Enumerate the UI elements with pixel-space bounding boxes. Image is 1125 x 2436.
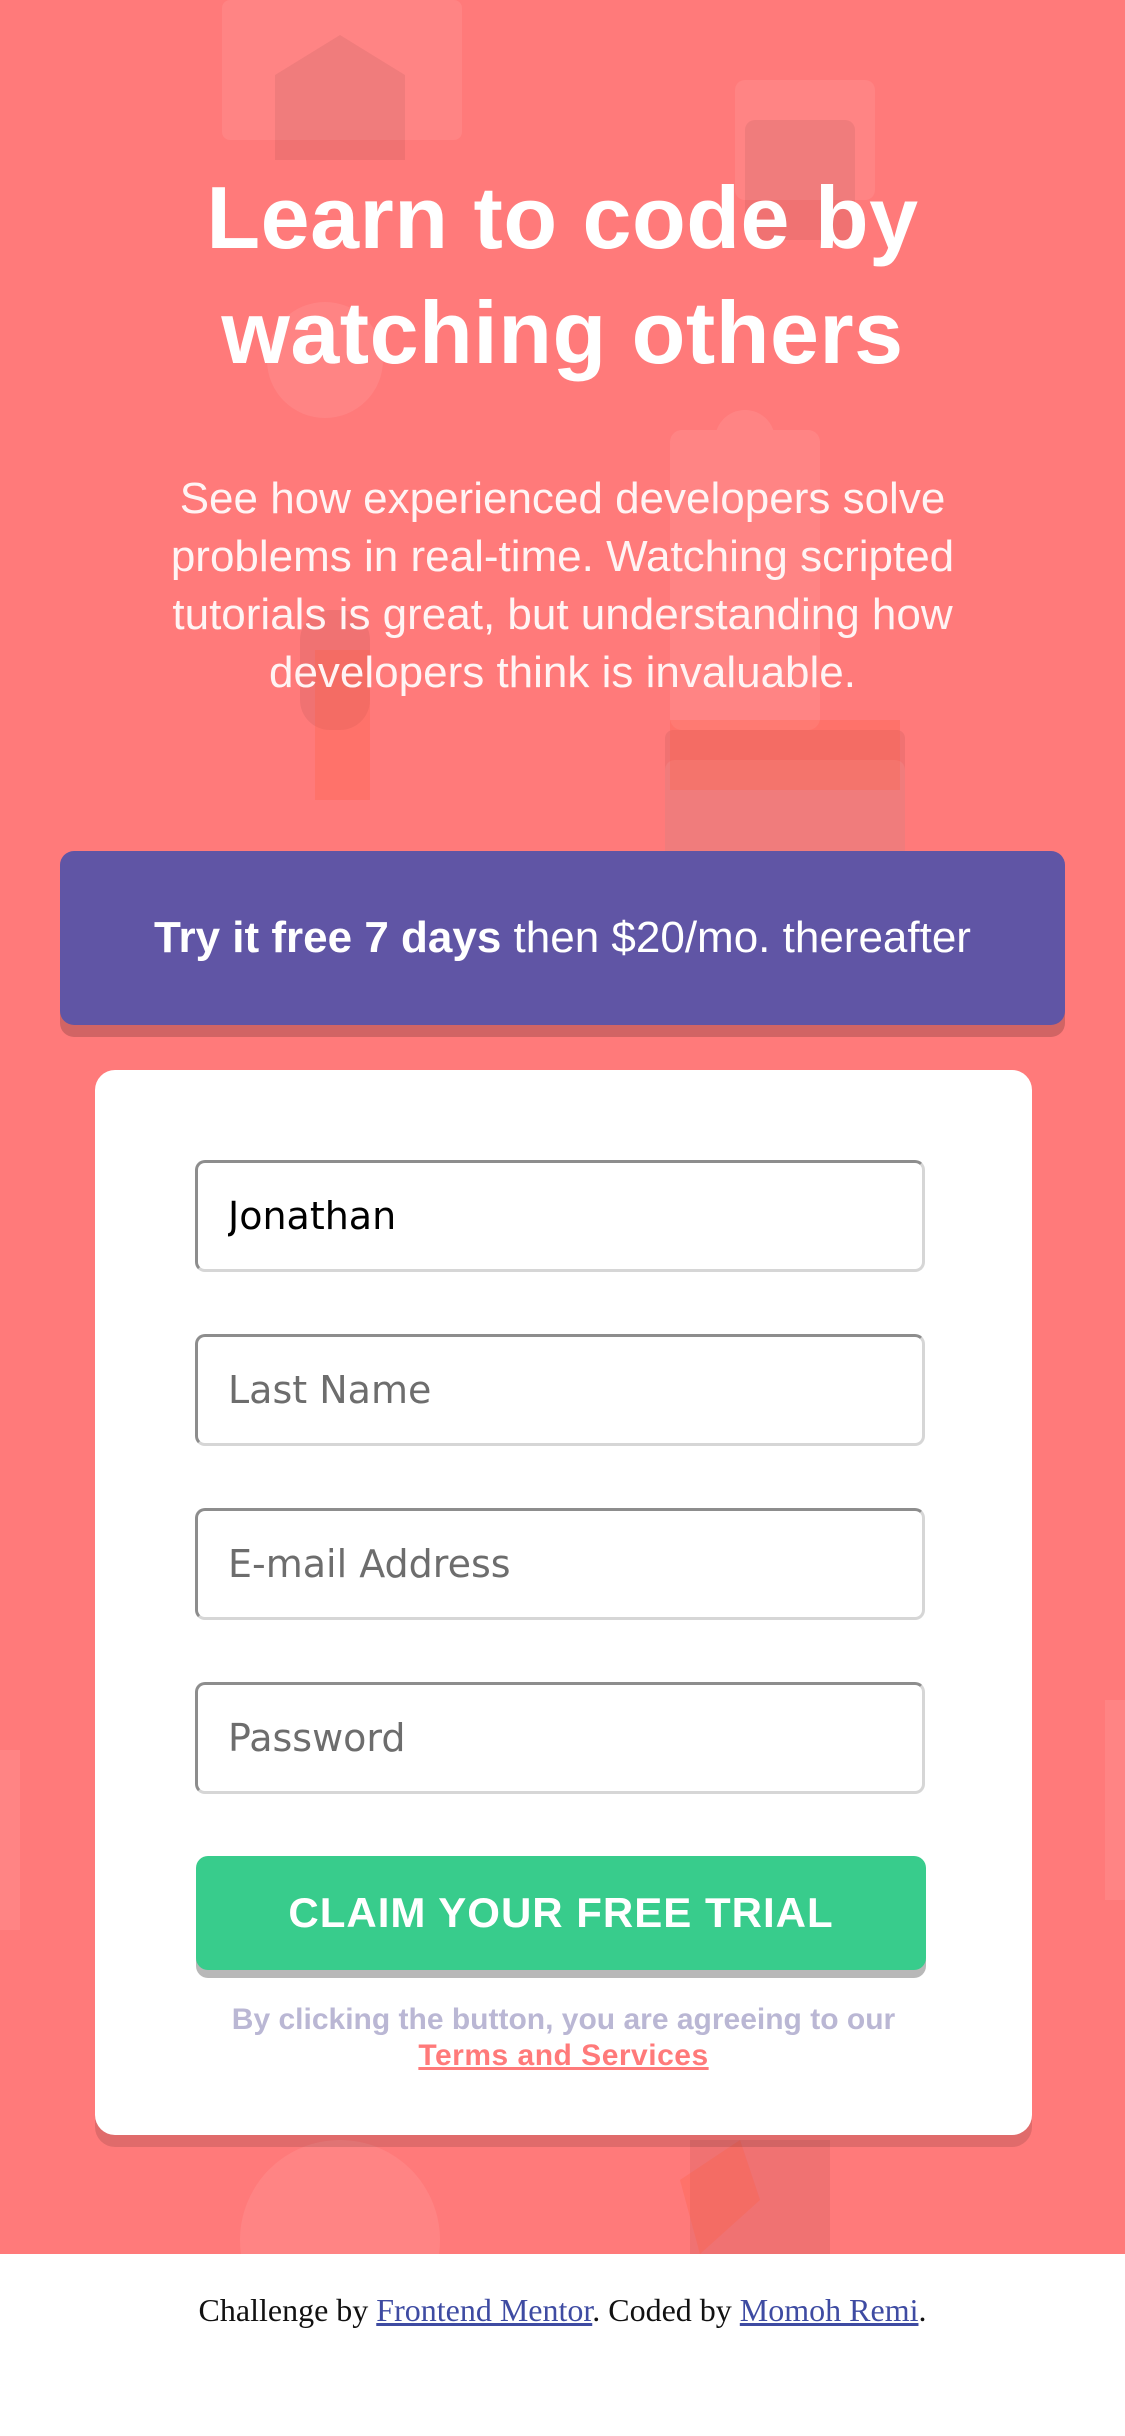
- offer-highlight: Try it free 7 days: [154, 913, 502, 962]
- terms-notice: By clicking the button, you are agreeing…: [155, 2002, 972, 2074]
- attribution-footer: Challenge by Frontend Mentor. Coded by M…: [0, 2254, 1125, 2436]
- trial-offer-banner: Try it free 7 days then $20/mo. thereaft…: [60, 851, 1065, 1025]
- offer-price-text: then $20/mo. thereafter: [501, 913, 971, 962]
- footer-prefix: Challenge by: [198, 2292, 377, 2328]
- first-name-input[interactable]: [195, 1160, 925, 1272]
- footer-suffix: .: [918, 2292, 927, 2328]
- password-input[interactable]: [195, 1682, 925, 1794]
- hero-title: Learn to code by watching others: [206, 168, 919, 382]
- email-input[interactable]: [195, 1508, 925, 1620]
- terms-prefix: By clicking the button, you are agreeing…: [231, 2003, 896, 2036]
- hero-description: See how experienced developers solve pro…: [170, 474, 955, 697]
- claim-free-trial-button[interactable]: CLAIM YOUR FREE TRIAL: [196, 1856, 926, 1970]
- author-link[interactable]: Momoh Remi: [740, 2292, 919, 2328]
- footer-middle: . Coded by: [592, 2292, 740, 2328]
- signup-form: CLAIM YOUR FREE TRIAL By clicking the bu…: [95, 1070, 1032, 2135]
- terms-link[interactable]: Terms and Services: [418, 2039, 708, 2072]
- frontend-mentor-link[interactable]: Frontend Mentor: [376, 2292, 592, 2328]
- last-name-input[interactable]: [195, 1334, 925, 1446]
